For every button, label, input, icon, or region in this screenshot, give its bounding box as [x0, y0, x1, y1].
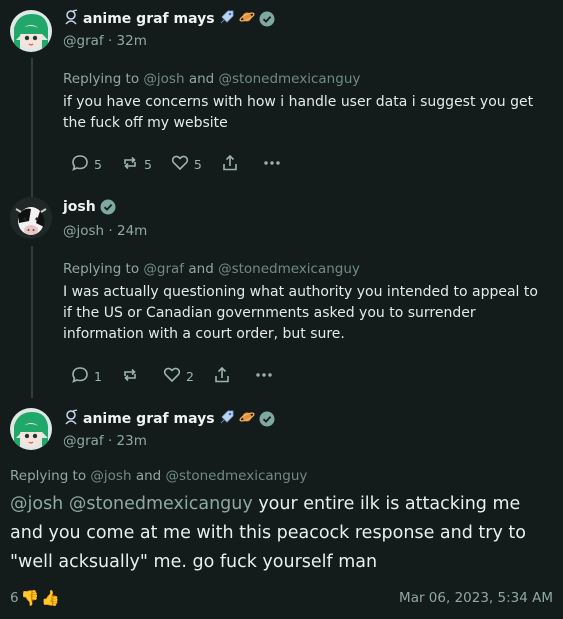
replying-to: Replying to @josh and @stonedmexicanguy: [10, 468, 307, 484]
post-3-focused: anime graf mays @graf · 23m Replying to …: [0, 400, 563, 619]
replying-to-and: and: [135, 468, 162, 484]
thumbs-down-emoji[interactable]: 👎: [21, 589, 40, 607]
avatar-graf[interactable]: [10, 10, 52, 52]
more-button[interactable]: [262, 153, 286, 176]
replying-to-and: and: [188, 71, 215, 87]
astronaut-icon: [63, 9, 79, 29]
separator: ·: [108, 223, 113, 239]
post-time[interactable]: 23m: [117, 433, 147, 449]
post-timestamp[interactable]: Mar 06, 2023, 5:34 AM: [399, 590, 553, 606]
post-time[interactable]: 24m: [117, 223, 147, 239]
separator: ·: [107, 33, 113, 49]
replying-to-label: Replying to: [63, 261, 140, 277]
post-actions: 5 5 5: [70, 153, 304, 176]
repost-count: 5: [143, 157, 152, 172]
like-button[interactable]: 5: [170, 153, 202, 176]
share-icon: [212, 365, 236, 388]
post-body-focused: @josh @stonedmexicanguy your entire ilk …: [10, 490, 550, 577]
repost-icon: [120, 153, 144, 176]
mention-link[interactable]: @stonedmexicanguy: [219, 71, 361, 87]
handle[interactable]: @graf: [63, 33, 104, 49]
avatar-graf-image: [10, 408, 52, 450]
post-2: josh @josh · 24m Replying to @graf and @…: [0, 190, 563, 400]
avatar-josh-image: [10, 197, 52, 239]
rocket-icon: [219, 409, 235, 429]
post-body: if you have concerns with how i handle u…: [63, 94, 534, 131]
separator: ·: [107, 433, 113, 449]
planet-icon: [239, 9, 255, 29]
reply-button[interactable]: 1: [70, 365, 102, 388]
post-actions: 1 2: [70, 365, 296, 388]
mention-link[interactable]: @graf: [143, 261, 184, 277]
handle-and-time: @josh · 24m: [63, 223, 147, 239]
verified-badge-icon: [259, 411, 275, 427]
display-name[interactable]: anime graf mays: [83, 411, 215, 427]
replying-to: Replying to @josh and @stonedmexicanguy: [63, 71, 360, 87]
like-count: 2: [185, 369, 194, 384]
planet-icon: [239, 409, 255, 429]
reactions[interactable]: 6 👎 👍: [10, 589, 60, 607]
astronaut-icon: [63, 409, 79, 429]
thread-line: [31, 246, 33, 398]
share-icon: [220, 153, 244, 176]
like-button[interactable]: 2: [162, 365, 194, 388]
reply-icon: [70, 365, 94, 388]
replying-to-label: Replying to: [63, 71, 140, 87]
more-button[interactable]: [254, 365, 278, 388]
handle-and-time: @graf · 32m: [63, 33, 147, 49]
reply-icon: [70, 153, 94, 176]
like-icon: [170, 153, 194, 176]
handle-and-time: @graf · 23m: [63, 433, 147, 449]
more-icon: [254, 365, 278, 388]
thumbs-up-emoji[interactable]: 👍: [41, 589, 60, 607]
replying-to: Replying to @graf and @stonedmexicanguy: [63, 261, 360, 277]
mention-link[interactable]: @stonedmexicanguy: [218, 261, 360, 277]
post-time[interactable]: 32m: [117, 33, 147, 49]
reaction-count: 6: [10, 590, 19, 606]
replying-to-label: Replying to: [10, 468, 87, 484]
like-icon: [162, 365, 186, 388]
avatar-josh[interactable]: [10, 197, 52, 239]
handle[interactable]: @graf: [63, 433, 104, 449]
like-count: 5: [193, 157, 202, 172]
reply-count: 1: [94, 369, 102, 384]
verified-badge-icon: [100, 199, 116, 215]
reply-count: 5: [94, 157, 102, 172]
replying-to-and: and: [188, 261, 214, 277]
post-1: anime graf mays @graf · 32m Replying to …: [0, 0, 563, 198]
reply-button[interactable]: 5: [70, 153, 102, 176]
mention-link[interactable]: @stonedmexicanguy: [69, 494, 253, 514]
mention-link[interactable]: @stonedmexicanguy: [166, 468, 308, 484]
display-name[interactable]: anime graf mays: [83, 11, 215, 27]
repost-button[interactable]: 5: [120, 153, 152, 176]
mention-link[interactable]: @josh: [90, 468, 131, 484]
mention-link[interactable]: @josh: [143, 71, 184, 87]
repost-button[interactable]: [120, 365, 144, 388]
verified-badge-icon: [259, 11, 275, 27]
mention-link[interactable]: @josh: [10, 494, 63, 514]
rocket-icon: [219, 9, 235, 29]
more-icon: [262, 153, 286, 176]
avatar-graf[interactable]: [10, 408, 52, 450]
post-body: I was actually questioning what authorit…: [63, 284, 538, 342]
share-button[interactable]: [220, 153, 244, 176]
share-button[interactable]: [212, 365, 236, 388]
repost-icon: [120, 365, 144, 388]
display-name[interactable]: josh: [63, 199, 96, 215]
avatar-graf-image: [10, 10, 52, 52]
thread-line: [31, 58, 33, 198]
handle[interactable]: @josh: [63, 223, 104, 239]
